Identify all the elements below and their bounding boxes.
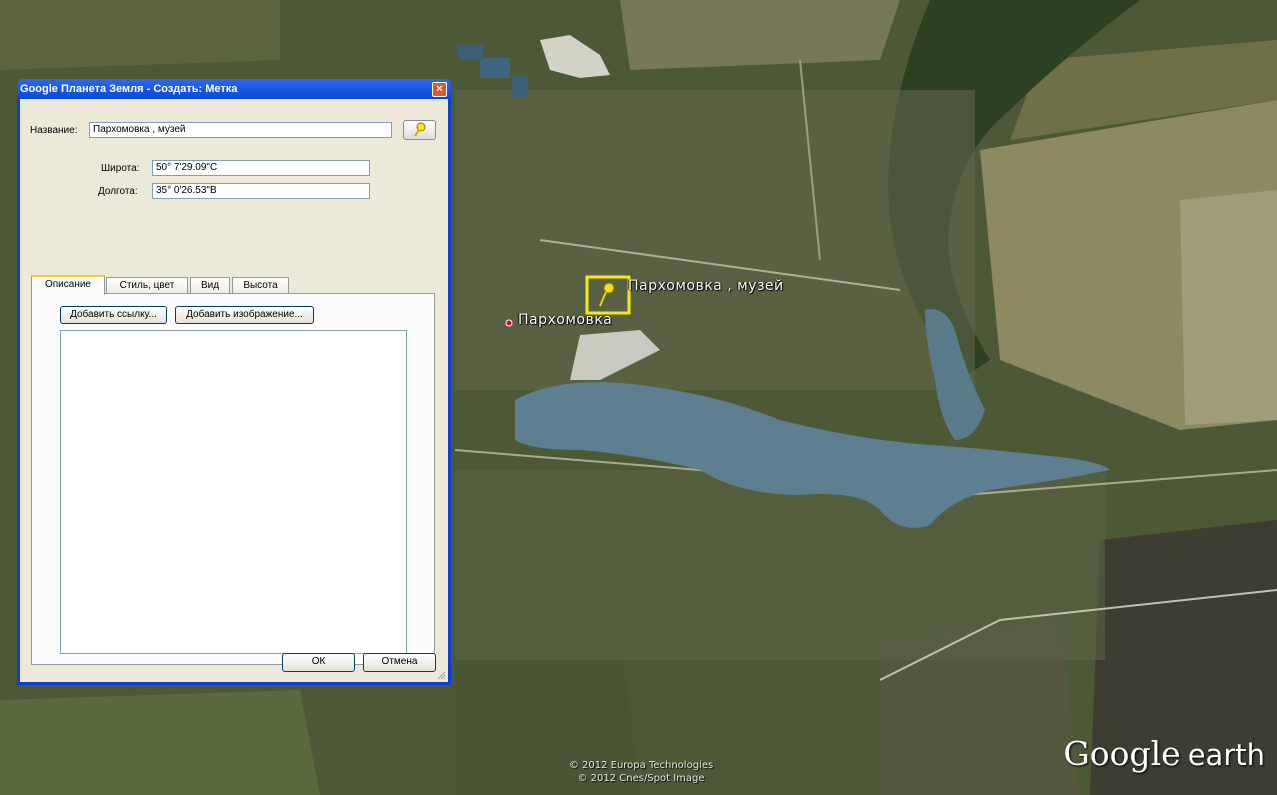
description-textarea[interactable] [60, 330, 407, 654]
tab-view[interactable]: Вид [190, 277, 230, 294]
longitude-label: Долгота: [98, 186, 138, 197]
village-area [455, 470, 1105, 660]
resize-grip-icon[interactable] [436, 670, 446, 680]
tab-style-color[interactable]: Стиль, цвет [106, 277, 188, 294]
add-image-button[interactable]: Добавить изображение... [175, 306, 314, 324]
tab-description[interactable]: Описание [31, 275, 105, 295]
farm-field [0, 0, 280, 70]
close-icon[interactable]: × [432, 82, 447, 97]
cancel-button[interactable]: Отмена [363, 653, 436, 672]
brand-earth: earth [1187, 738, 1265, 772]
place-dot-icon[interactable] [505, 319, 513, 327]
copyright-line: © 2012 Cnes/Spot Image [577, 773, 705, 784]
brand-google: Google [1063, 734, 1181, 773]
farm-field [620, 0, 900, 70]
google-earth-logo: Google earth [1063, 734, 1265, 773]
placemark-icon-button[interactable] [403, 120, 436, 140]
latitude-field[interactable]: 50° 7'29.09"С [152, 160, 370, 176]
placemark-label[interactable]: Пархомовка , музей [628, 278, 784, 294]
pond [480, 58, 510, 78]
farm-field [0, 690, 320, 795]
pond [458, 45, 483, 60]
name-field[interactable]: Пархомовка , музей [89, 122, 392, 138]
dialog-titlebar[interactable]: Google Планета Земля - Создать: Метка × [17, 79, 451, 99]
copyright-line: © 2012 Europa Technologies [568, 760, 714, 771]
create-placemark-dialog: Google Планета Земля - Создать: Метка × … [17, 79, 451, 685]
ok-button[interactable]: ОК [282, 653, 355, 672]
longitude-field[interactable]: 35° 0'26.53"В [152, 183, 370, 199]
name-label: Название: [30, 125, 78, 136]
description-panel: Добавить ссылку... Добавить изображение.… [31, 293, 435, 665]
farm-field [1180, 190, 1277, 425]
village-label[interactable]: Пархомовка [518, 312, 612, 328]
pond [512, 75, 528, 97]
village-area [455, 90, 975, 390]
pushpin-icon [414, 122, 426, 137]
latitude-label: Широта: [101, 163, 140, 174]
tab-altitude[interactable]: Высота [232, 277, 289, 294]
add-link-button[interactable]: Добавить ссылку... [60, 306, 167, 324]
dialog-title: Google Планета Земля - Создать: Метка [20, 83, 238, 95]
dialog-body: Название: Пархомовка , музей Широта: 50°… [20, 99, 448, 682]
